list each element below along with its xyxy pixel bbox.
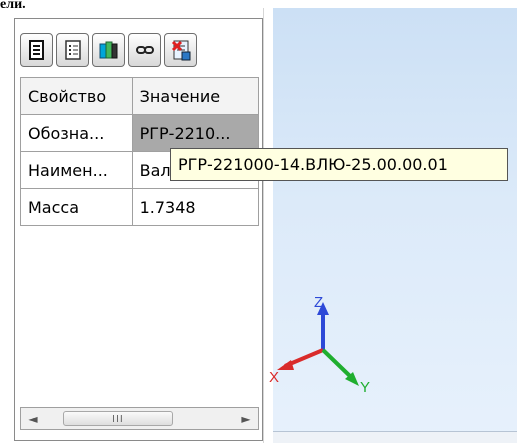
scroll-thumb[interactable]: III <box>63 411 173 426</box>
table-row[interactable]: Масса 1.7348 <box>20 188 260 226</box>
document-button[interactable] <box>20 33 53 67</box>
value-column-header: Значение <box>131 77 260 115</box>
property-name-cell[interactable]: Масса <box>20 188 133 226</box>
delete-properties-button[interactable] <box>164 33 197 67</box>
document-icon <box>28 40 44 60</box>
scroll-left-icon[interactable]: ◄ <box>25 411 41 427</box>
grid-header-row: Свойство Значение <box>20 77 260 115</box>
x-axis-label: X <box>269 369 279 386</box>
property-value-cell[interactable]: РГР-2210... <box>131 114 260 152</box>
link-button[interactable] <box>128 33 161 67</box>
table-row[interactable]: Обозна... РГР-2210... <box>20 114 260 152</box>
scroll-grip-icon: III <box>112 414 124 425</box>
horizontal-scrollbar[interactable]: ◄ III ► <box>20 407 259 430</box>
list-icon <box>64 40 81 60</box>
top-title-fragment: ели. <box>0 0 26 10</box>
book-icon <box>99 41 117 59</box>
scroll-right-icon[interactable]: ► <box>238 411 254 427</box>
list-button[interactable] <box>56 33 89 67</box>
y-axis-label: Y <box>360 379 370 396</box>
properties-toolbar <box>20 30 260 70</box>
delete-properties-icon <box>171 40 190 61</box>
property-name-cell[interactable]: Обозна... <box>20 114 133 152</box>
viewport-status-strip <box>273 431 517 443</box>
link-icon <box>135 46 154 54</box>
value-tooltip: РГР-221000-14.ВЛЮ-25.00.00.01 <box>170 148 508 181</box>
coordinate-triad: Z Y X <box>269 294 370 396</box>
book-button[interactable] <box>92 33 125 67</box>
property-value-cell[interactable]: 1.7348 <box>131 188 260 226</box>
z-axis-label: Z <box>314 294 323 311</box>
property-name-cell[interactable]: Наимен... <box>20 151 133 189</box>
property-column-header: Свойство <box>20 77 133 115</box>
